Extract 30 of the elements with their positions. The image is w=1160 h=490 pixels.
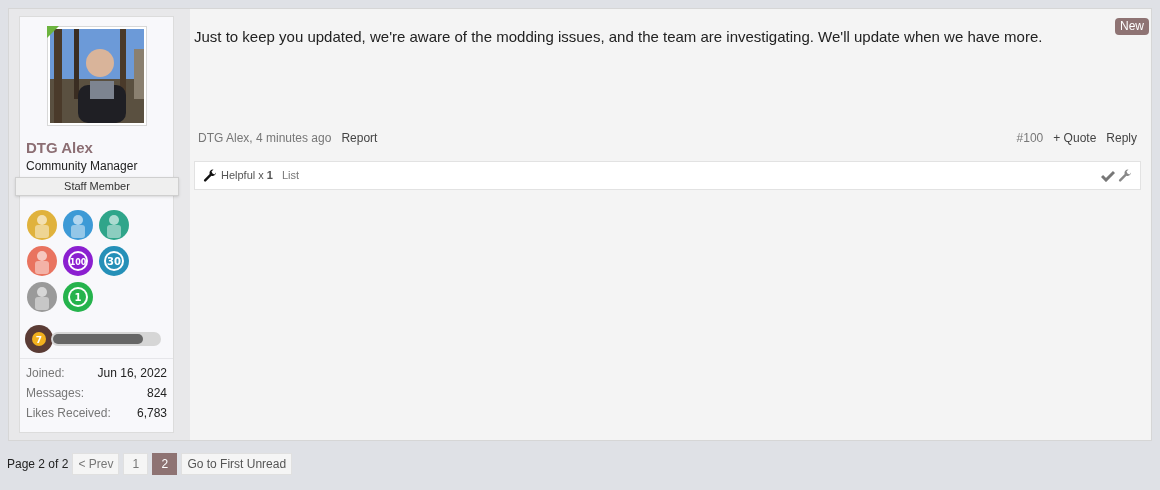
post-author-time[interactable]: DTG Alex, 4 minutes ago: [198, 129, 332, 147]
likes-summary: Helpful x 1: [221, 168, 273, 184]
checkmark-icon[interactable]: [1101, 169, 1115, 182]
user-banner: Staff Member: [15, 177, 179, 196]
page-button[interactable]: 2: [152, 453, 178, 475]
stat-value: Jun 16, 2022: [97, 365, 167, 382]
post-number-link[interactable]: #100: [1016, 129, 1044, 147]
first-unread-button[interactable]: Go to First Unread: [181, 453, 293, 475]
stat-value: 824: [146, 385, 167, 402]
wrench-icon: [203, 168, 217, 183]
stat-label: Likes Received:: [26, 405, 111, 422]
page-count: Page 2 of 2: [7, 456, 69, 473]
speech-bubble-trophy-icon: 30: [99, 246, 129, 276]
speech-bubble-trophy-icon: 100: [63, 246, 93, 276]
stat-value: 6,783: [136, 405, 167, 422]
message-text: Just to keep you updated, we're aware of the modding issues, and the team are investigating. We'll update when we have more.: [194, 27, 1044, 47]
quote-link[interactable]: + Quote: [1053, 129, 1097, 147]
stat-label: Joined:: [26, 365, 65, 382]
rank-badge-icon: 7: [25, 325, 53, 353]
wrench-icon[interactable]: [1118, 168, 1132, 183]
stat-label: Messages:: [26, 385, 85, 402]
reply-link[interactable]: Reply: [1106, 129, 1137, 147]
likes-list-link[interactable]: List: [282, 167, 300, 184]
prev-page-button[interactable]: < Prev: [72, 453, 120, 475]
user-name[interactable]: DTG Alex: [26, 138, 167, 158]
new-badge: New: [1115, 18, 1149, 35]
speech-bubble-trophy-icon: 1: [63, 282, 93, 312]
user-title: Community Manager: [26, 158, 139, 174]
report-link[interactable]: Report: [341, 129, 378, 147]
page-button[interactable]: 1: [123, 453, 149, 475]
